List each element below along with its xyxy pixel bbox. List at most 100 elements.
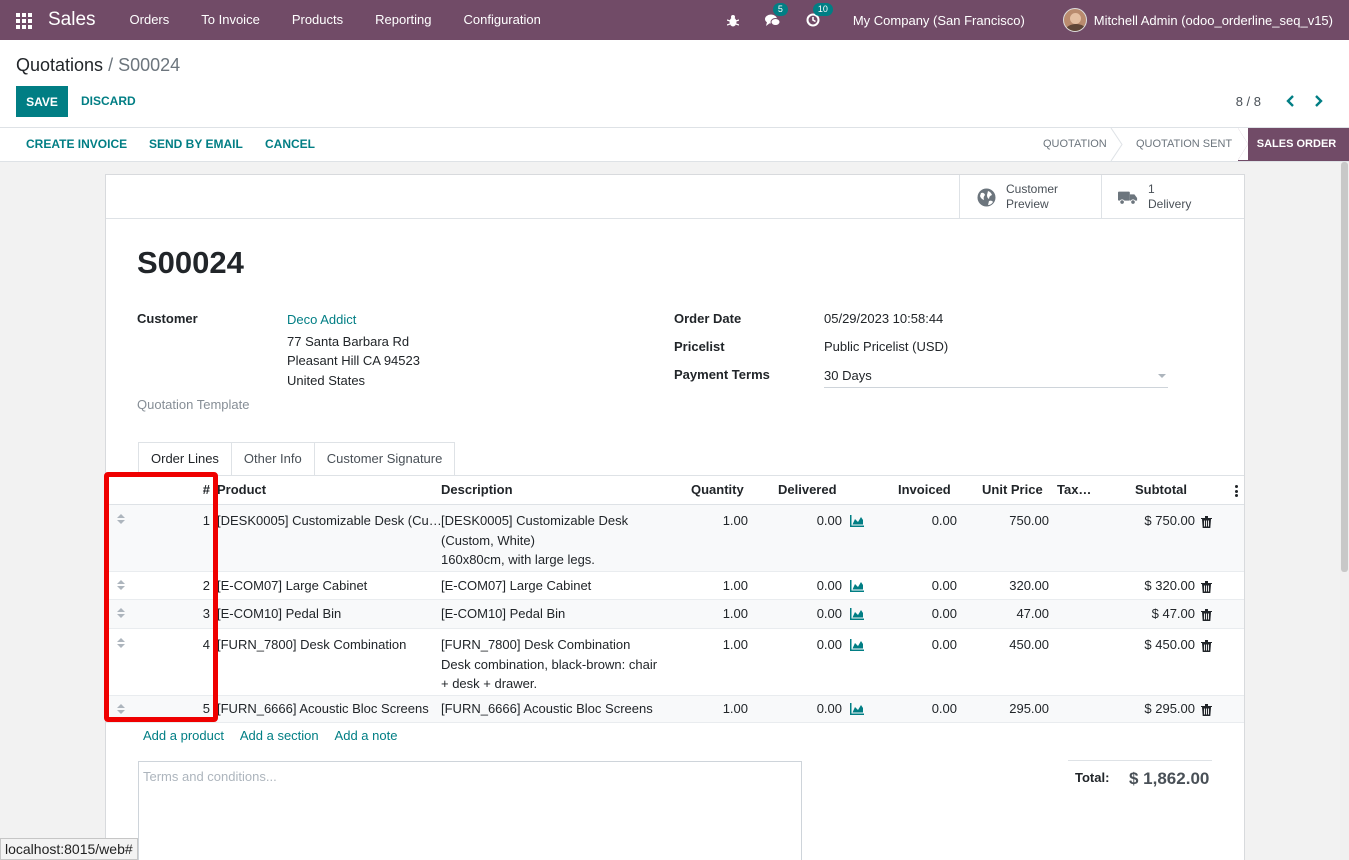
- row-quantity[interactable]: 1.00: [723, 635, 748, 655]
- tab-other-info[interactable]: Other Info: [230, 442, 315, 476]
- row-quantity[interactable]: 1.00: [723, 511, 748, 531]
- row-description[interactable]: [E-COM07] Large Cabinet: [441, 576, 591, 596]
- row-product[interactable]: [DESK0005] Customizable Desk (Cu…: [217, 511, 442, 531]
- forecast-chart-icon[interactable]: [850, 703, 864, 715]
- trash-icon[interactable]: [1201, 516, 1212, 528]
- row-unit-price[interactable]: 295.00: [1009, 699, 1049, 719]
- row-unit-price[interactable]: 320.00: [1009, 576, 1049, 596]
- customer-preview-button[interactable]: Customer Preview: [959, 175, 1102, 219]
- column-product[interactable]: Product: [217, 476, 266, 504]
- app-name[interactable]: Sales: [48, 9, 96, 31]
- add-product-link[interactable]: Add a product: [143, 728, 224, 743]
- row-unit-price[interactable]: 450.00: [1009, 635, 1049, 655]
- add-note-link[interactable]: Add a note: [335, 728, 398, 743]
- breadcrumb-quotations[interactable]: Quotations: [16, 55, 103, 75]
- row-seq: 4: [202, 637, 210, 652]
- row-quantity[interactable]: 1.00: [723, 604, 748, 624]
- row-description[interactable]: [E-COM10] Pedal Bin: [441, 604, 565, 624]
- page-scrollbar[interactable]: [1340, 162, 1349, 860]
- forecast-chart-icon[interactable]: [850, 608, 864, 620]
- drag-handle-icon[interactable]: [117, 704, 125, 716]
- description-line: (Custom, White): [441, 532, 535, 548]
- cancel-button[interactable]: CANCEL: [265, 128, 315, 161]
- row-invoiced: 0.00: [931, 637, 957, 652]
- send-by-email-button[interactable]: SEND BY EMAIL: [149, 128, 243, 161]
- row-product[interactable]: [E-COM07] Large Cabinet: [217, 576, 367, 596]
- delivery-button[interactable]: 1 Delivery: [1101, 175, 1244, 219]
- forecast-chart-icon[interactable]: [850, 515, 864, 527]
- pager-next-icon[interactable]: [1310, 92, 1326, 110]
- forecast-chart-icon[interactable]: [850, 639, 864, 651]
- table-row[interactable]: 4 [FURN_7800] Desk Combination [FURN_780…: [106, 629, 1244, 696]
- payment-terms-select[interactable]: 30 Days: [824, 365, 1168, 388]
- trash-icon[interactable]: [1201, 581, 1212, 593]
- drag-handle-icon[interactable]: [117, 514, 125, 526]
- row-description[interactable]: [FURN_7800] Desk Combination Desk combin…: [441, 635, 657, 694]
- table-row[interactable]: 5 [FURN_6666] Acoustic Bloc Screens [FUR…: [106, 696, 1244, 723]
- trash-icon[interactable]: [1201, 609, 1212, 621]
- column-taxes[interactable]: Tax…: [1057, 476, 1091, 504]
- column-invoiced[interactable]: Invoiced: [898, 476, 951, 504]
- table-row[interactable]: 3 [E-COM10] Pedal Bin [E-COM10] Pedal Bi…: [106, 600, 1244, 629]
- menu-configuration[interactable]: Configuration: [448, 0, 557, 40]
- description-line: [DESK0005] Customizable Desk: [441, 513, 629, 528]
- messages-icon[interactable]: 5: [765, 3, 788, 28]
- trash-icon[interactable]: [1201, 640, 1212, 652]
- tab-order-lines[interactable]: Order Lines: [138, 442, 232, 476]
- forecast-chart-icon[interactable]: [850, 580, 864, 592]
- status-url: localhost:8015/web#: [0, 838, 138, 860]
- row-quantity[interactable]: 1.00: [723, 699, 748, 719]
- user-menu[interactable]: Mitchell Admin (odoo_orderline_seq_v15): [1062, 8, 1333, 32]
- row-description[interactable]: [DESK0005] Customizable Desk (Custom, Wh…: [441, 511, 628, 570]
- drag-handle-icon[interactable]: [117, 638, 125, 650]
- stage-quotation[interactable]: QUOTATION: [1043, 128, 1107, 161]
- company-switcher[interactable]: My Company (San Francisco): [853, 13, 1025, 28]
- customer-link[interactable]: Deco Addict: [287, 312, 356, 327]
- menu-products[interactable]: Products: [276, 0, 359, 40]
- menu-reporting[interactable]: Reporting: [359, 0, 447, 40]
- trash-icon[interactable]: [1201, 704, 1212, 716]
- row-delivered: 0.00: [816, 578, 842, 593]
- menu-orders[interactable]: Orders: [114, 0, 186, 40]
- column-quantity[interactable]: Quantity: [691, 476, 744, 504]
- discard-button[interactable]: DISCARD: [81, 86, 136, 117]
- save-button[interactable]: SAVE: [16, 86, 68, 117]
- breadcrumb-current: S00024: [118, 55, 181, 75]
- column-seq[interactable]: #: [203, 476, 210, 504]
- pager-previous-icon[interactable]: [1282, 92, 1298, 110]
- stage-quotation-sent[interactable]: QUOTATION SENT: [1136, 128, 1232, 161]
- table-row[interactable]: 2 [E-COM07] Large Cabinet [E-COM07] Larg…: [106, 572, 1244, 600]
- scrollbar-thumb[interactable]: [1341, 162, 1348, 572]
- stage-separator-icon: [1110, 128, 1123, 161]
- column-description[interactable]: Description: [441, 476, 513, 504]
- activities-clock-icon[interactable]: 10: [805, 3, 833, 28]
- table-row[interactable]: 1 [DESK0005] Customizable Desk (Cu… [DES…: [106, 505, 1244, 572]
- row-product[interactable]: [FURN_6666] Acoustic Bloc Screens: [217, 699, 429, 719]
- description-line: [FURN_7800] Desk Combination: [441, 637, 631, 652]
- drag-handle-icon[interactable]: [117, 580, 125, 592]
- stage-sales-order[interactable]: SALES ORDER: [1238, 128, 1349, 161]
- row-unit-price[interactable]: 47.00: [1016, 604, 1049, 624]
- optional-columns-kebab-icon[interactable]: [1235, 485, 1239, 497]
- drag-handle-icon[interactable]: [117, 608, 125, 620]
- pager-value[interactable]: 8 / 8: [1236, 94, 1261, 109]
- apps-menu-icon[interactable]: [16, 13, 33, 29]
- column-delivered[interactable]: Delivered: [778, 476, 837, 504]
- address-line-2: Pleasant Hill CA 94523: [287, 353, 420, 368]
- control-panel: Quotations / S00024 SAVE DISCARD 8 / 8: [0, 40, 1349, 128]
- row-product[interactable]: [E-COM10] Pedal Bin: [217, 604, 341, 624]
- menu-to-invoice[interactable]: To Invoice: [185, 0, 276, 40]
- column-unit-price[interactable]: Unit Price: [982, 476, 1043, 504]
- row-product[interactable]: [FURN_7800] Desk Combination: [217, 635, 406, 655]
- row-unit-price[interactable]: 750.00: [1009, 511, 1049, 531]
- row-invoiced: 0.00: [931, 606, 957, 621]
- row-invoiced: 0.00: [931, 701, 957, 716]
- column-subtotal[interactable]: Subtotal: [1135, 476, 1187, 504]
- row-quantity[interactable]: 1.00: [723, 576, 748, 596]
- add-section-link[interactable]: Add a section: [240, 728, 319, 743]
- row-description[interactable]: [FURN_6666] Acoustic Bloc Screens: [441, 699, 653, 719]
- create-invoice-button[interactable]: CREATE INVOICE: [26, 128, 127, 161]
- terms-and-conditions-input[interactable]: Terms and conditions...: [138, 761, 802, 860]
- tab-customer-signature[interactable]: Customer Signature: [313, 442, 456, 476]
- debug-bug-icon[interactable]: [725, 12, 741, 28]
